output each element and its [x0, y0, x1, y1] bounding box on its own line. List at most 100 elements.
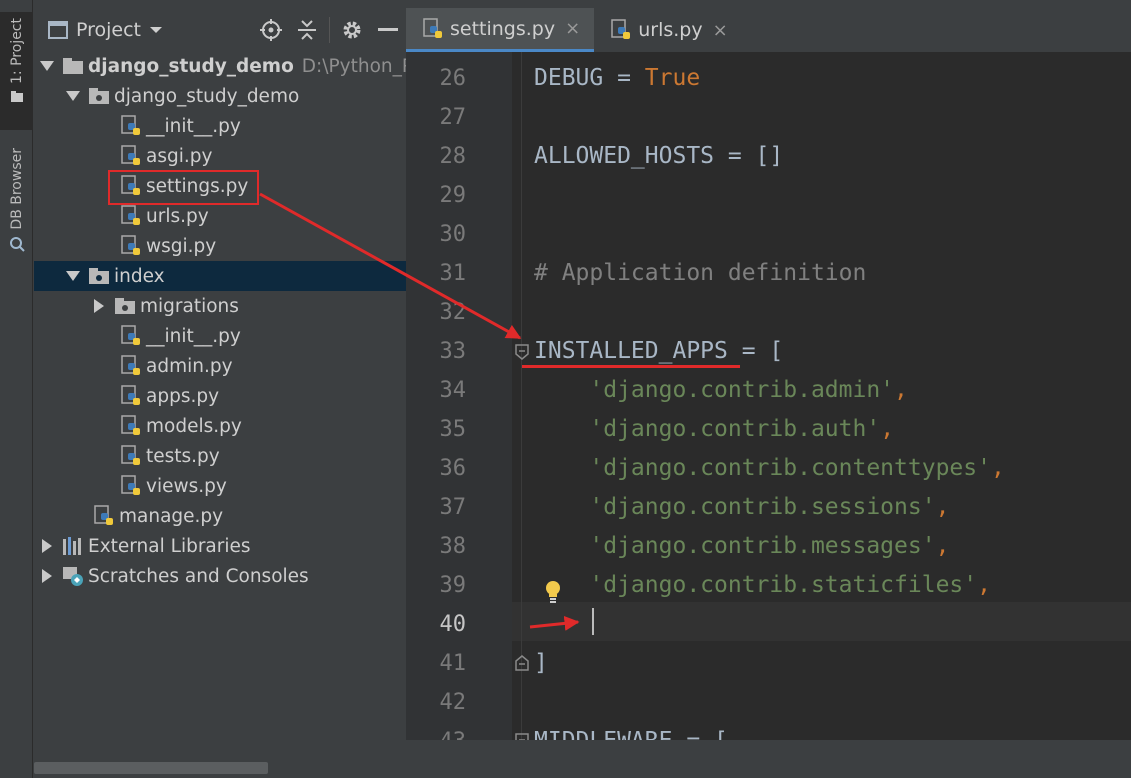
tab-label: settings.py — [450, 17, 556, 40]
line-number: 32 — [439, 300, 467, 325]
library-icon — [62, 535, 84, 557]
project-panel-header: Project — [34, 8, 406, 52]
tab-settings-py[interactable]: settings.py × — [406, 8, 595, 52]
tree-item-label: django_study_demo — [114, 85, 300, 107]
tab-urls-py[interactable]: urls.py × — [594, 8, 741, 52]
tree-item-scratches-and-consoles[interactable]: Scratches and Consoles — [34, 561, 406, 591]
settings-button[interactable] — [334, 19, 370, 41]
code-token: 'django.contrib.messages' — [589, 533, 936, 559]
hide-panel-button[interactable] — [370, 28, 406, 32]
code-token: 'django.contrib.admin' — [589, 377, 895, 403]
tree-item-project-root[interactable]: django_study_demo D:\Python_Pro — [34, 51, 431, 81]
tree-item-file[interactable]: admin.py — [34, 351, 406, 381]
text-caret — [592, 608, 594, 635]
collapsed-arrow-icon[interactable] — [92, 299, 106, 313]
line-number: 30 — [439, 222, 467, 247]
line-number: 36 — [439, 456, 467, 481]
python-file-icon — [611, 19, 631, 39]
code-line: 'django.contrib.staticfiles', — [534, 566, 991, 605]
python-file-icon — [120, 325, 142, 347]
tree-item-package-django-study-demo[interactable]: django_study_demo — [34, 81, 406, 111]
lightbulb-icon[interactable] — [542, 579, 564, 605]
tree-item-label: manage.py — [119, 505, 224, 527]
project-tool-tab[interactable]: 1: Project — [0, 12, 33, 130]
tree-item-file[interactable]: wsgi.py — [34, 231, 406, 261]
code-editor[interactable]: 26 27 28 29 30 31 32 33 34 35 36 37 38 39 40 41 42 43 DEB… — [406, 52, 1131, 740]
settings-highlight-box — [108, 170, 259, 205]
python-file-icon — [120, 355, 142, 377]
tree-item-file[interactable]: __init__.py — [34, 111, 406, 141]
tree-item-package-migrations[interactable]: migrations — [34, 291, 406, 321]
code-line: ALLOWED_HOSTS = [] — [534, 137, 783, 176]
code-line: 'django.contrib.admin', — [534, 371, 908, 410]
python-file-icon — [93, 505, 115, 527]
fold-marker-icon[interactable] — [514, 344, 530, 360]
line-number: 42 — [439, 690, 467, 715]
tree-item-settings-py[interactable]: settings.py — [34, 170, 406, 205]
indent-guide — [521, 52, 522, 740]
tree-item-file[interactable]: manage.py — [34, 501, 406, 531]
line-number: 26 — [439, 66, 467, 91]
project-view-selector[interactable]: Project — [48, 19, 163, 41]
collapsed-arrow-icon[interactable] — [40, 569, 54, 583]
code-line: 'django.contrib.sessions', — [534, 488, 949, 527]
python-file-icon — [120, 445, 142, 467]
tree-item-file[interactable]: apps.py — [34, 381, 406, 411]
tree-item-package-index[interactable]: index — [34, 261, 406, 291]
code-line: MIDDLEWARE = [ — [534, 722, 728, 740]
close-icon[interactable]: × — [713, 20, 728, 41]
tree-item-file[interactable]: models.py — [34, 411, 406, 441]
toolbar-separator — [329, 17, 330, 43]
line-number-gutter: 26 27 28 29 30 31 32 33 34 35 36 37 38 39 40 41 42 43 — [406, 52, 512, 740]
horizontal-scrollbar[interactable] — [34, 762, 268, 774]
fold-marker-icon[interactable] — [514, 733, 530, 740]
tool-window-strip: 1: Project DB Browser — [0, 0, 33, 778]
editor-bottom-bar — [406, 740, 1131, 778]
expanded-arrow-icon[interactable] — [66, 89, 80, 103]
code-line: 'django.contrib.messages', — [534, 527, 949, 566]
locate-file-button[interactable] — [253, 19, 289, 41]
line-number: 40 — [439, 612, 467, 637]
tree-item-label: Scratches and Consoles — [88, 565, 309, 587]
expanded-arrow-icon[interactable] — [66, 269, 80, 283]
folder-icon — [10, 90, 23, 102]
fold-end-marker-icon[interactable] — [514, 655, 530, 671]
code-token: 'django.contrib.sessions' — [589, 494, 936, 520]
tree-item-label: wsgi.py — [146, 235, 217, 257]
minimize-icon — [378, 28, 398, 31]
project-window-icon — [48, 21, 68, 39]
tree-item-file[interactable]: __init__.py — [34, 321, 406, 351]
code-token: True — [644, 65, 701, 91]
code-token: , — [935, 494, 950, 520]
code-token: , — [935, 533, 950, 559]
tree-item-file[interactable]: asgi.py — [34, 141, 406, 171]
folder-icon — [62, 55, 84, 77]
tree-item-external-libraries[interactable]: External Libraries — [34, 531, 406, 561]
line-number: 29 — [439, 183, 467, 208]
tree-item-label: __init__.py — [146, 325, 241, 347]
collapse-all-button[interactable] — [289, 19, 325, 41]
tree-item-file[interactable]: tests.py — [34, 441, 406, 471]
db-browser-tab-label: DB Browser — [8, 148, 25, 230]
package-icon — [88, 85, 110, 107]
code-token: ALLOWED_HOSTS = [] — [534, 143, 784, 169]
tree-item-label: django_study_demo — [88, 55, 294, 77]
close-icon[interactable]: × — [565, 18, 580, 39]
expanded-arrow-icon[interactable] — [40, 59, 54, 73]
python-file-icon — [120, 115, 142, 137]
tree-item-file[interactable]: views.py — [34, 471, 406, 501]
line-number: 38 — [439, 534, 467, 559]
project-panel: Project django_study_demo D:\Python_Pro … — [34, 0, 431, 778]
db-browser-tool-tab[interactable]: DB Browser — [0, 148, 33, 272]
tree-item-file[interactable]: urls.py — [34, 201, 406, 231]
collapsed-arrow-icon[interactable] — [40, 539, 54, 553]
line-number: 31 — [439, 261, 467, 286]
tab-label: urls.py — [638, 19, 703, 41]
line-number: 41 — [439, 651, 467, 676]
python-file-icon — [120, 475, 142, 497]
line-number: 39 — [439, 573, 467, 598]
